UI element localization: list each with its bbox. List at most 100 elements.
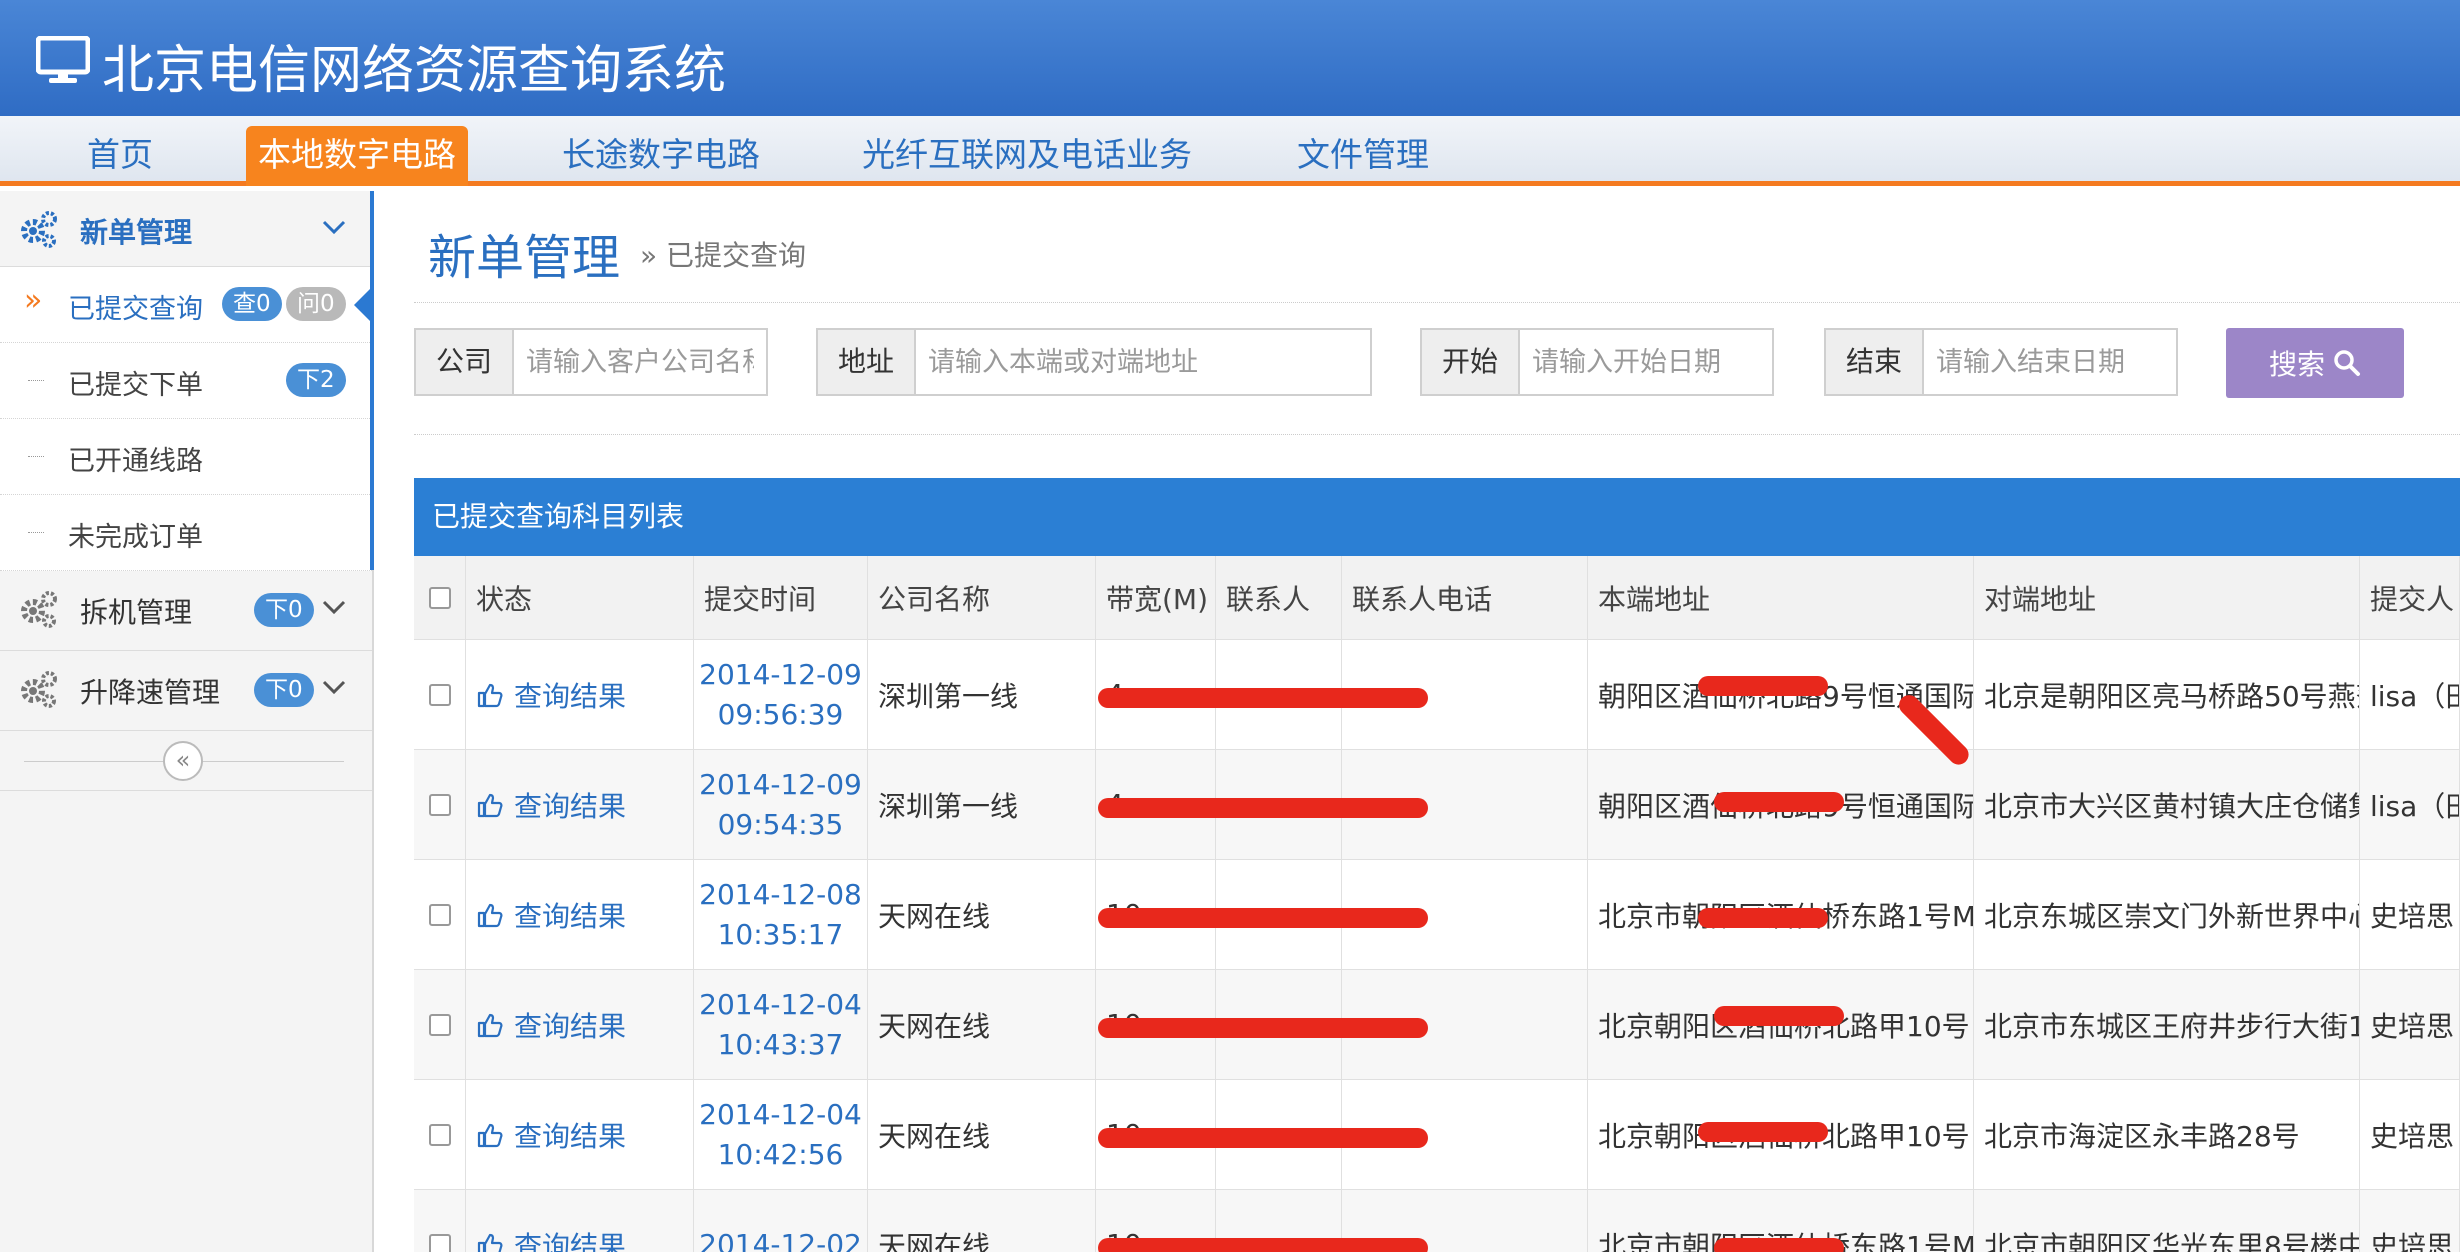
sidebar-item-label: 已开通线路: [68, 446, 203, 477]
query-result-link[interactable]: 查询结果: [476, 895, 626, 935]
nav-home[interactable]: 首页: [60, 126, 180, 186]
status-text: 查询结果: [514, 1119, 627, 1153]
col-submitter-cell: 史培思: [2360, 1190, 2460, 1252]
sidebar-item-submitted-orders[interactable]: 已提交下单 下2: [0, 343, 372, 419]
removal-count-badge: 下0: [254, 593, 314, 627]
end-date-input[interactable]: [1924, 330, 2176, 394]
company-value: 深圳第一线: [878, 789, 1019, 823]
gears-icon: [21, 591, 57, 628]
redaction-mark: [1098, 688, 1428, 708]
nav-long-distance-circuit[interactable]: 长途数字电路: [548, 126, 774, 186]
col-remote-address-cell: 北京市东城区王府井步行大街1: [1974, 970, 2360, 1080]
company-value: 天网在线: [878, 1119, 991, 1153]
search-icon: [2334, 350, 2360, 376]
app-header: 北京电信网络资源查询系统: [0, 0, 2460, 116]
nav-local-digital-circuit[interactable]: 本地数字电路: [246, 126, 468, 186]
nav-file-management[interactable]: 文件管理: [1290, 126, 1436, 186]
sidebar-group-label: 新单管理: [80, 216, 193, 249]
submit-time: 10:43:37: [717, 1027, 844, 1061]
submit-time: 09:54:35: [717, 807, 844, 841]
col-time-cell: 2014-12-09 09:54:35: [694, 750, 868, 860]
chevron-down-icon[interactable]: [322, 599, 346, 615]
top-nav: 首页 本地数字电路 长途数字电路 光纤互联网及电话业务 文件管理: [0, 116, 2460, 186]
submit-time: 10:35:17: [717, 917, 844, 951]
col-remote-address-cell: 北京东城区崇文门外新世界中心: [1974, 860, 2360, 970]
column-header: 提交人: [2370, 582, 2455, 616]
status-text: 查询结果: [514, 899, 627, 933]
company-value: 深圳第一线: [878, 679, 1019, 713]
col-company-cell: 天网在线: [868, 860, 1096, 970]
redaction-mark: [1098, 1018, 1428, 1038]
sidebar-item-label: 已提交下单: [68, 370, 203, 401]
chevron-down-icon[interactable]: [322, 219, 346, 235]
query-result-link[interactable]: 查询结果: [476, 1005, 626, 1045]
col-remote-address-cell: 北京市海淀区永丰路28号: [1974, 1080, 2360, 1190]
remote-address-value: 北京东城区崇文门外新世界中心: [1984, 899, 2360, 933]
sidebar-group-new-orders[interactable]: 新单管理: [0, 191, 372, 267]
address-search-group: 地址: [816, 328, 1372, 396]
col-status-cell: 查询结果: [466, 640, 694, 750]
start-date-input[interactable]: [1520, 330, 1772, 394]
column-header: 提交时间: [704, 582, 817, 616]
submit-date: 2014-12-04: [699, 987, 862, 1021]
col-submitter-cell: 史培思: [2360, 1080, 2460, 1190]
page-title: 新单管理: [428, 230, 621, 286]
redaction-mark: [1098, 908, 1428, 928]
col-status-cell: 查询结果: [466, 750, 694, 860]
company-search-group: 公司: [414, 328, 768, 396]
row-checkbox[interactable]: [428, 1013, 451, 1036]
table-caption: 已提交查询科目列表: [414, 478, 2460, 556]
address-input[interactable]: [916, 330, 1370, 394]
row-checkbox[interactable]: [428, 683, 451, 706]
col-status-cell: 查询结果: [466, 1080, 694, 1190]
submitter-value: 史培思: [2370, 1229, 2455, 1252]
sidebar-item-opened-lines[interactable]: 已开通线路: [0, 419, 372, 495]
end-label: 结束: [1826, 330, 1925, 394]
select-all-cell: [414, 1080, 466, 1190]
search-button[interactable]: 搜索: [2226, 328, 2404, 398]
submit-date: 2014-12-02: [699, 1227, 862, 1252]
query-result-link[interactable]: 查询结果: [476, 675, 626, 715]
redaction-mark: [1714, 1238, 1844, 1252]
submitter-value: 史培思: [2370, 1009, 2455, 1043]
query-result-link[interactable]: 查询结果: [476, 1115, 626, 1155]
row-checkbox[interactable]: [428, 903, 451, 926]
select-all-checkbox[interactable]: [428, 586, 451, 609]
company-input[interactable]: [514, 330, 766, 394]
col-submitter-cell: 史培思: [2360, 860, 2460, 970]
sidebar-group-label: 升降速管理: [80, 676, 221, 709]
query-count-badge: 查0: [222, 287, 282, 321]
gears-icon: [21, 211, 57, 248]
collapse-sidebar-button[interactable]: «: [163, 741, 203, 781]
start-label: 开始: [1422, 330, 1521, 394]
query-result-link[interactable]: 查询结果: [476, 1225, 626, 1252]
sidebar-item-submitted-queries[interactable]: » 已提交查询 查0 问0: [0, 267, 372, 343]
search-button-label: 搜索: [2268, 348, 2325, 381]
submitter-value: 史培思: [2370, 899, 2455, 933]
submitter-value: lisa（田: [2370, 679, 2459, 713]
company-value: 天网在线: [878, 899, 991, 933]
sidebar-group-removal[interactable]: 拆机管理 下0: [0, 571, 372, 651]
chevron-down-icon[interactable]: [322, 679, 346, 695]
submit-date: 2014-12-04: [699, 1097, 862, 1131]
header-col-contact: 联系人: [1216, 556, 1342, 640]
col-time-cell: 2014-12-04 10:42:56: [694, 1080, 868, 1190]
redaction-mark: [1098, 1128, 1428, 1148]
row-checkbox[interactable]: [428, 793, 451, 816]
end-date-group: 结束: [1824, 328, 2178, 396]
nav-fiber-internet-phone[interactable]: 光纤互联网及电话业务: [862, 126, 1192, 186]
col-company-cell: 天网在线: [868, 1080, 1096, 1190]
sidebar-item-unfinished-orders[interactable]: 未完成订单: [0, 495, 372, 571]
col-submitter-cell: lisa（田: [2360, 640, 2460, 750]
row-checkbox[interactable]: [428, 1123, 451, 1146]
sidebar-group-speed-change[interactable]: 升降速管理 下0: [0, 651, 372, 731]
col-submitter-cell: lisa（田: [2360, 750, 2460, 860]
header-col-company: 公司名称: [868, 556, 1096, 640]
submit-date: 2014-12-09: [699, 657, 862, 691]
column-header: 联系人电话: [1352, 582, 1493, 616]
redaction-mark: [1698, 908, 1828, 928]
redaction-mark: [1714, 1006, 1844, 1026]
row-checkbox[interactable]: [428, 1233, 451, 1252]
query-result-link[interactable]: 查询结果: [476, 785, 626, 825]
breadcrumb: » 已提交查询: [640, 239, 807, 272]
